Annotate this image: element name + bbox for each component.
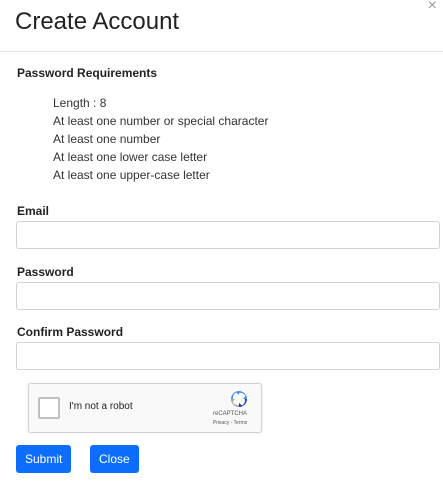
password-label: Password xyxy=(17,265,74,279)
password-requirements-title: Password Requirements xyxy=(17,66,158,80)
recaptcha-brand: reCAPTCHA xyxy=(212,411,247,417)
recaptcha-widget: I'm not a robot reCAPTCHA Privacy - Term… xyxy=(28,383,262,433)
requirement-item: At least one lower case letter xyxy=(53,150,208,164)
requirement-item: At least one number or special character xyxy=(53,114,269,128)
password-field[interactable] xyxy=(16,282,440,310)
modal-title: Create Account xyxy=(15,8,180,35)
recaptcha-terms-link[interactable]: Privacy - Terms xyxy=(205,420,255,427)
create-account-modal: Create Account × Password Requirements L… xyxy=(0,0,443,482)
requirement-item: At least one upper-case letter xyxy=(53,168,210,182)
close-button[interactable]: Close xyxy=(90,445,139,473)
recaptcha-checkbox[interactable] xyxy=(38,397,60,419)
confirm-password-field[interactable] xyxy=(16,342,440,370)
modal-header: Create Account × xyxy=(0,0,443,52)
recaptcha-label: I'm not a robot xyxy=(69,401,133,412)
email-field[interactable] xyxy=(16,221,440,249)
confirm-password-label: Confirm Password xyxy=(17,325,124,339)
email-label: Email xyxy=(17,204,50,218)
password-requirements-list: Length : 8 At least one number or specia… xyxy=(53,94,268,184)
requirement-item: Length : 8 xyxy=(53,96,107,110)
recaptcha-logo-icon xyxy=(231,391,247,407)
close-icon[interactable]: × xyxy=(428,0,437,16)
submit-button[interactable]: Submit xyxy=(16,445,72,473)
requirement-item: At least one number xyxy=(53,132,161,146)
